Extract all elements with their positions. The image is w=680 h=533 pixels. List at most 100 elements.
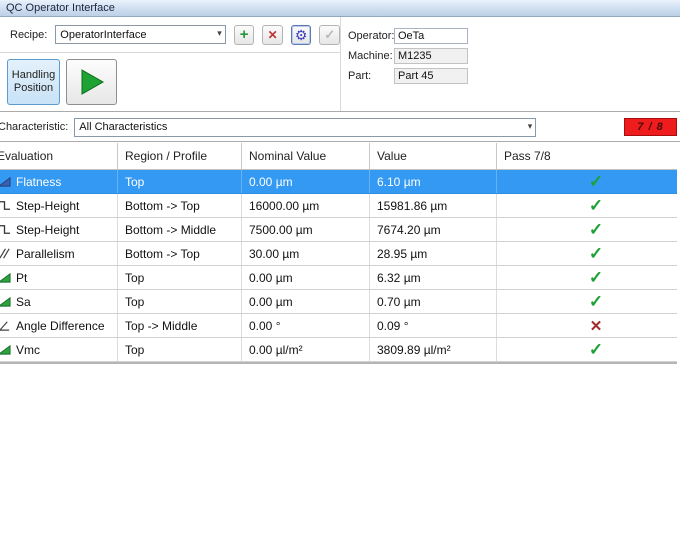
measured-value: 7674.20 µm [377,223,441,237]
evaluation-type-icon [0,295,16,309]
roughness-icon [0,343,11,356]
evaluation-name: Step-Height [16,199,79,213]
evaluation-type-icon [0,343,16,357]
evaluation-type-icon [0,199,16,213]
measured-value: 0.09 ° [377,319,409,333]
region-profile: Bottom -> Middle [125,223,216,237]
settings-button[interactable]: ⚙ [291,25,312,45]
pass-count-badge: 7 / 8 [624,118,677,136]
nominal-value: 0.00 µm [249,271,293,285]
job-info-section: Operator: OeTa Machine: M1235 Part: Part… [341,17,680,111]
results-table: Evaluation Region / Profile Nominal Valu… [0,143,677,364]
machine-field: M1235 [394,48,468,64]
angle-icon [0,319,11,332]
gear-icon: ⚙ [295,28,308,42]
parallelism-icon [0,247,11,260]
pass-status-icon: ✓ [589,220,603,240]
region-profile: Top [125,175,144,189]
pass-status-icon: ✓ [589,340,603,360]
flatness-icon [0,175,11,188]
evaluation-type-icon [0,223,16,237]
table-row[interactable]: Parallelism Bottom -> Top 30.00 µm 28.95… [0,242,677,266]
evaluation-name: Parallelism [16,247,75,261]
results-table-header: Evaluation Region / Profile Nominal Valu… [0,143,677,170]
recipe-value: OperatorInterface [60,29,146,41]
nominal-value: 0.00 µm [249,175,293,189]
recipe-label: Recipe: [10,29,47,41]
pass-status-icon: ✓ [589,196,603,216]
start-measurement-button[interactable] [66,59,117,105]
part-row: Part: Part 45 [348,68,680,84]
roughness-icon [0,271,11,284]
nominal-value: 0.00 µm [249,295,293,309]
measured-value: 6.32 µm [377,271,421,285]
results-table-body: Flatness Top 0.00 µm 6.10 µm ✓ Step-Heig… [0,170,677,362]
evaluation-name: Sa [16,295,31,309]
handling-position-button[interactable]: Handling Position [7,59,60,105]
evaluation-name: Step-Height [16,223,79,237]
measured-value: 0.70 µm [377,295,421,309]
top-panel: Recipe: OperatorInterface ▾ + ✕ ⚙ ✓ [0,17,680,111]
evaluation-name: Angle Difference [16,319,105,333]
nominal-value: 16000.00 µm [249,199,319,213]
column-header-region[interactable]: Region / Profile [118,143,242,169]
chevron-down-icon: ▾ [528,121,533,132]
window-titlebar[interactable]: QC Operator Interface [0,0,680,17]
characteristic-label: Characteristic: [0,121,68,133]
table-row[interactable]: Flatness Top 0.00 µm 6.10 µm ✓ [0,170,677,194]
column-header-evaluation[interactable]: Evaluation [0,143,118,169]
region-profile: Top [125,343,144,357]
table-row[interactable]: Step-Height Bottom -> Top 16000.00 µm 15… [0,194,677,218]
table-row[interactable]: Vmc Top 0.00 µl/m² 3809.89 µl/m² ✓ [0,338,677,362]
evaluation-type-icon [0,175,16,189]
region-profile: Bottom -> Top [125,247,200,261]
nominal-value: 0.00 µl/m² [249,343,303,357]
delete-recipe-button[interactable]: ✕ [262,25,283,45]
operator-field[interactable]: OeTa [394,28,468,44]
evaluation-name: Flatness [16,175,61,189]
characteristic-dropdown[interactable]: All Characteristics ▾ [74,118,536,137]
table-row[interactable]: Pt Top 0.00 µm 6.32 µm ✓ [0,266,677,290]
column-header-pass[interactable]: Pass 7/8 [497,143,677,169]
measured-value: 3809.89 µl/m² [377,343,451,357]
table-row[interactable]: Angle Difference Top -> Middle 0.00 ° 0.… [0,314,677,338]
confirm-button[interactable]: ✓ [319,25,340,45]
check-icon: ✓ [324,28,335,41]
table-row[interactable]: Step-Height Bottom -> Middle 7500.00 µm … [0,218,677,242]
table-row[interactable]: Sa Top 0.00 µm 0.70 µm ✓ [0,290,677,314]
nominal-value: 30.00 µm [249,247,299,261]
part-field: Part 45 [394,68,468,84]
x-icon: ✕ [268,29,278,41]
measured-value: 28.95 µm [377,247,427,261]
plus-icon: + [240,27,249,42]
recipe-row: Recipe: OperatorInterface ▾ + ✕ ⚙ ✓ [0,17,340,53]
region-profile: Top -> Middle [125,319,197,333]
region-profile: Bottom -> Top [125,199,200,213]
pass-status-icon: ✓ [589,172,603,192]
operator-label: Operator: [348,30,394,42]
pass-status-icon: ✓ [589,292,603,312]
evaluation-type-icon [0,319,16,333]
recipe-section: Recipe: OperatorInterface ▾ + ✕ ⚙ ✓ [0,17,341,111]
evaluation-type-icon [0,247,16,261]
add-recipe-button[interactable]: + [234,25,255,45]
evaluation-type-icon [0,271,16,285]
step-height-icon [0,223,11,236]
part-label: Part: [348,70,394,82]
column-header-value[interactable]: Value [370,143,497,169]
recipe-dropdown[interactable]: OperatorInterface ▾ [55,25,226,44]
handling-row: Handling Position [0,53,340,110]
roughness-icon [0,295,11,308]
region-profile: Top [125,271,144,285]
play-icon [79,68,105,96]
qc-operator-window: QC Operator Interface Recipe: OperatorIn… [0,0,680,533]
characteristic-value: All Characteristics [79,121,167,133]
machine-label: Machine: [348,50,394,62]
region-profile: Top [125,295,144,309]
characteristic-bar: Characteristic: All Characteristics ▾ 7 … [0,113,680,141]
measured-value: 15981.86 µm [377,199,447,213]
operator-row: Operator: OeTa [348,28,680,44]
nominal-value: 0.00 ° [249,319,281,333]
pass-status-icon: ✓ [589,268,603,288]
column-header-nominal[interactable]: Nominal Value [242,143,370,169]
